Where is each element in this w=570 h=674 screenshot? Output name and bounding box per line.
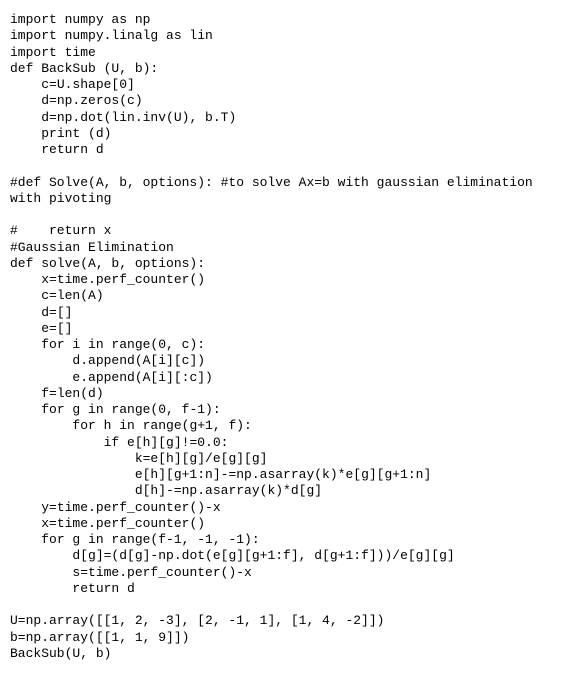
code-block: import numpy as np import numpy.linalg a… — [0, 0, 570, 674]
code-content: import numpy as np import numpy.linalg a… — [10, 12, 541, 661]
